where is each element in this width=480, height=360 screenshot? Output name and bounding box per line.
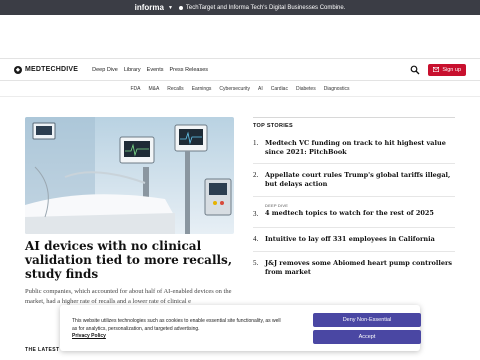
cookie-banner: This website utilizes technologies such … bbox=[60, 305, 421, 351]
topic-recalls[interactable]: Recalls bbox=[167, 86, 183, 92]
feature-dek: Public companies, which accounted for ab… bbox=[25, 288, 232, 305]
top-story-item[interactable]: 1. Medtech VC funding on track to hit hi… bbox=[253, 139, 455, 157]
divider bbox=[253, 196, 455, 197]
top-story-item[interactable]: 4. Intuitive to lay off 331 employees in… bbox=[253, 235, 455, 244]
site-header: ◆ MEDTECHDIVE Deep Dive Library Events P… bbox=[0, 59, 480, 81]
search-icon[interactable] bbox=[410, 65, 420, 75]
topic-nav: FDA M&A Recalls Earnings Cybersecurity A… bbox=[0, 81, 480, 97]
logo-mark-icon: ◆ bbox=[14, 65, 22, 74]
topic-ai[interactable]: AI bbox=[258, 86, 263, 92]
story-title[interactable]: J&J removes some Abiomed heart pump cont… bbox=[265, 259, 455, 277]
nav-item-events[interactable]: Events bbox=[147, 67, 164, 73]
site-logo[interactable]: ◆ MEDTECHDIVE bbox=[14, 65, 79, 74]
informa-brand[interactable]: informa bbox=[135, 3, 164, 12]
story-title[interactable]: Medtech VC funding on track to hit highe… bbox=[265, 139, 455, 157]
story-number: 1. bbox=[253, 139, 259, 147]
logo-text: MEDTECHDIVE bbox=[25, 66, 79, 73]
chevron-down-icon[interactable]: ▼ bbox=[168, 5, 173, 11]
story-title[interactable]: Appellate court rules Trump's global tar… bbox=[265, 171, 455, 189]
story-title[interactable]: 4 medtech topics to watch for the rest o… bbox=[265, 209, 455, 218]
accept-button[interactable]: Accept bbox=[313, 330, 421, 344]
informa-bar: informa ▼ TechTarget and Informa Tech's … bbox=[0, 0, 480, 15]
top-story-item[interactable]: 5. J&J removes some Abiomed heart pump c… bbox=[253, 259, 455, 277]
story-title[interactable]: Intuitive to lay off 331 employees in Ca… bbox=[265, 235, 455, 244]
story-number: 4. bbox=[253, 235, 259, 243]
privacy-policy-link[interactable]: Privacy Policy bbox=[72, 333, 106, 339]
informa-notice[interactable]: TechTarget and Informa Tech's Digital Bu… bbox=[186, 5, 345, 11]
latest-section-label: THE LATEST bbox=[25, 347, 60, 353]
story-kicker[interactable]: DEEP DIVE bbox=[265, 203, 455, 208]
cookie-text: This website utilizes technologies such … bbox=[72, 318, 281, 332]
bullet-icon bbox=[178, 5, 183, 10]
topic-earnings[interactable]: Earnings bbox=[192, 86, 212, 92]
topic-diabetes[interactable]: Diabetes bbox=[296, 86, 316, 92]
cookie-message: This website utilizes technologies such … bbox=[72, 318, 282, 341]
top-story-item[interactable]: 2. Appellate court rules Trump's global … bbox=[253, 171, 455, 189]
divider bbox=[253, 117, 455, 118]
envelope-icon bbox=[433, 67, 440, 72]
hospital-room-illustration bbox=[25, 117, 234, 234]
topic-diagnostics[interactable]: Diagnostics bbox=[324, 86, 350, 92]
topic-m-and-a[interactable]: M&A bbox=[148, 86, 159, 92]
signup-label: Sign up bbox=[442, 66, 461, 73]
nav-item-deep-dive[interactable]: Deep Dive bbox=[92, 67, 118, 73]
story-number: 5. bbox=[253, 259, 259, 267]
ad-banner-area bbox=[0, 15, 480, 59]
nav-item-press-releases[interactable]: Press Releases bbox=[169, 67, 208, 73]
deny-non-essential-button[interactable]: Deny Non-Essential bbox=[313, 313, 421, 327]
signup-button[interactable]: Sign up bbox=[428, 63, 466, 76]
divider bbox=[253, 227, 455, 228]
feature-image[interactable] bbox=[25, 117, 234, 234]
divider bbox=[253, 163, 455, 164]
topic-cardiac[interactable]: Cardiac bbox=[271, 86, 288, 92]
top-stories-label: TOP STORIES bbox=[253, 123, 293, 129]
divider bbox=[253, 251, 455, 252]
feature-headline[interactable]: AI devices with no clinical validation t… bbox=[25, 239, 237, 281]
nav-item-library[interactable]: Library bbox=[124, 67, 141, 73]
top-story-item[interactable]: 3. DEEP DIVE 4 medtech topics to watch f… bbox=[253, 203, 455, 218]
header-actions: Sign up bbox=[410, 63, 466, 76]
main-nav: Deep Dive Library Events Press Releases bbox=[92, 67, 214, 73]
story-number: 3. bbox=[253, 210, 259, 218]
topic-cybersecurity[interactable]: Cybersecurity bbox=[219, 86, 250, 92]
story-number: 2. bbox=[253, 171, 259, 179]
topic-fda[interactable]: FDA bbox=[130, 86, 140, 92]
